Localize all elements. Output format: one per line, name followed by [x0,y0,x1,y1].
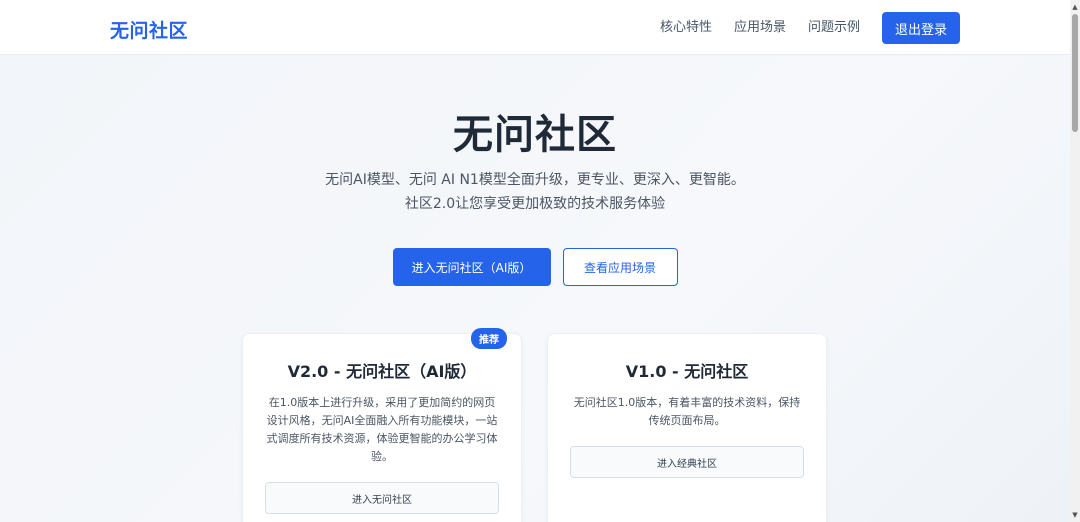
hero-subtitle-line-1: 无问AI模型、无问 AI N1模型全面升级，更专业、更深入、更智能。 [325,172,745,188]
version-card-v1: V1.0 - 无问社区 无问社区1.0版本，有着丰富的技术资料，保持传统页面布局… [547,333,827,522]
scroll-down-icon[interactable]: ▼ [1070,510,1080,520]
enter-classic-community-button[interactable]: 进入经典社区 [570,446,804,478]
site-logo[interactable]: 无问社区 [110,16,188,43]
logout-button[interactable]: 退出登录 [881,12,960,44]
top-header: 无问社区 核心特性 应用场景 问题示例 退出登录 [0,0,1070,55]
hero-section: 无问社区 无问AI模型、无问 AI N1模型全面升级，更专业、更深入、更智能。 … [0,56,1070,522]
nav-link-features[interactable]: 核心特性 [660,12,712,44]
nav-link-examples[interactable]: 问题示例 [808,12,860,44]
card-title: V1.0 - 无问社区 [625,362,749,381]
hero-subtitle: 无问AI模型、无问 AI N1模型全面升级，更专业、更深入、更智能。 社区2.0… [0,168,1070,216]
top-nav: 核心特性 应用场景 问题示例 退出登录 [638,12,960,44]
hero-actions: 进入无问社区（AI版） 查看应用场景 [0,248,1070,286]
enter-ai-community-button[interactable]: 进入无问社区（AI版） [392,248,551,286]
hero-title: 无问社区 [453,112,617,158]
card-description: 在1.0版本上进行升级，采用了更加简约的网页设计风格，无问AI全面融入所有功能模… [266,396,498,463]
version-card-v2: 推荐 V2.0 - 无问社区（AI版） 在1.0版本上进行升级，采用了更加简约的… [242,328,522,522]
enter-community-button[interactable]: 进入无问社区 [265,482,499,514]
scroll-up-icon[interactable]: ▲ [1070,2,1080,12]
card-title: V2.0 - 无问社区（AI版） [287,362,477,381]
scrollbar-thumb[interactable] [1072,14,1078,132]
view-scenarios-button[interactable]: 查看应用场景 [562,248,678,286]
recommended-badge: 推荐 [471,328,507,349]
nav-link-scenarios[interactable]: 应用场景 [734,12,786,44]
page-scrollbar[interactable]: ▲ ▼ [1070,0,1080,522]
hero-subtitle-line-2: 社区2.0让您享受更加极致的技术服务体验 [404,196,666,212]
card-description: 无问社区1.0版本，有着丰富的技术资料，保持传统页面布局。 [573,396,801,427]
